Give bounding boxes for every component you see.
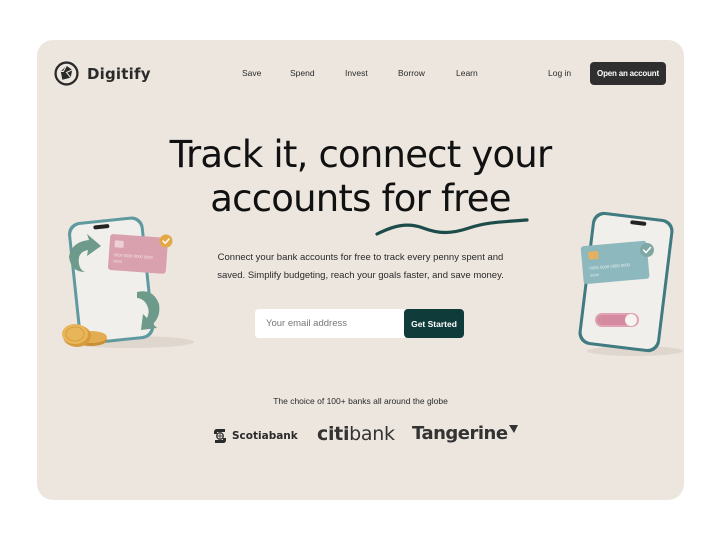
- check-badge-icon: [640, 243, 654, 257]
- signup-form: Get Started: [255, 309, 464, 338]
- citibank-name-part2: bank: [349, 423, 395, 445]
- toggle-switch-icon: [595, 313, 639, 327]
- left-card-expiry: 00/00: [113, 259, 122, 264]
- citibank-name-part1: citi: [317, 423, 350, 445]
- banks-caption: The choice of 100+ banks all around the …: [273, 396, 448, 406]
- hero-card: Digitify Save Spend Invest Borrow Learn …: [37, 40, 684, 500]
- scotiabank-s-icon: [214, 429, 226, 443]
- tangerine-logo: Tangerine: [412, 423, 518, 444]
- open-account-button[interactable]: Open an account: [590, 62, 666, 85]
- citibank-logo: citibank: [317, 423, 395, 445]
- left-phone-illustration: 0000 0000 0000 0000 00/00: [62, 216, 194, 348]
- get-started-button[interactable]: Get Started: [404, 309, 464, 338]
- bank-logos: Scotiabank citibank Tangerine: [37, 423, 684, 453]
- pink-credit-card-icon: 0000 0000 0000 0000 00/00: [108, 234, 168, 274]
- main-nav: Save Spend Invest Borrow Learn: [37, 68, 684, 82]
- right-card-expiry: 00/00: [590, 273, 599, 278]
- email-input[interactable]: [255, 309, 405, 338]
- nav-item-invest[interactable]: Invest: [345, 68, 368, 78]
- right-phone-illustration: 0000 0000 0000 0000 00/00: [578, 211, 683, 356]
- login-link[interactable]: Log in: [548, 68, 571, 78]
- underline-squiggle-icon: [375, 218, 529, 236]
- nav-item-save[interactable]: Save: [242, 68, 261, 78]
- nav-item-learn[interactable]: Learn: [456, 68, 478, 78]
- tangerine-triangle-icon: [508, 425, 518, 433]
- nav-item-spend[interactable]: Spend: [290, 68, 315, 78]
- scotiabank-logo: Scotiabank: [212, 427, 298, 445]
- tangerine-name: Tangerine: [412, 423, 508, 444]
- check-badge-icon: [159, 234, 173, 248]
- headline-line-1: Track it, connect your: [169, 133, 553, 176]
- nav-item-borrow[interactable]: Borrow: [398, 68, 425, 78]
- scotiabank-name: Scotiabank: [232, 430, 298, 442]
- teal-credit-card-icon: 0000 0000 0000 0000 00/00: [580, 240, 650, 284]
